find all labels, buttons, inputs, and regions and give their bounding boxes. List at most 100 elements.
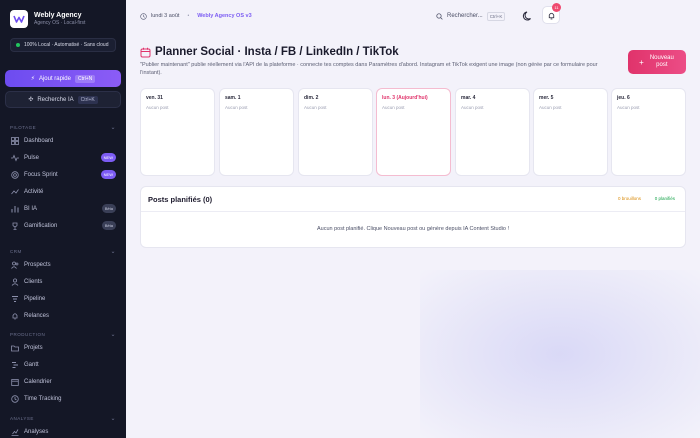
brand-name: Webly Agency bbox=[34, 12, 82, 19]
new-badge: NEW bbox=[100, 153, 116, 162]
calendar-icon bbox=[10, 377, 19, 386]
search-button[interactable]: Rechercher... Ctrl+K bbox=[436, 8, 512, 24]
new-badge: NEW bbox=[100, 170, 116, 179]
nav-section-crm: CRM ⌄ Prospects Clients Pipeline Relance… bbox=[0, 246, 126, 324]
sidebar-item-gantt[interactable]: Gantt bbox=[0, 356, 126, 373]
notification-count-badge: 11 bbox=[552, 3, 561, 12]
ia-search-button[interactable]: ✣ Recherche IA Ctrl+K bbox=[5, 91, 121, 108]
planned-count: 0 planifiés bbox=[654, 196, 675, 201]
moon-icon[interactable] bbox=[522, 10, 534, 22]
day-empty-text: Aucun post bbox=[382, 105, 405, 110]
sidebar-item-relances[interactable]: Relances bbox=[0, 307, 126, 324]
section-header-crm[interactable]: CRM ⌄ bbox=[0, 246, 126, 256]
day-empty-text: Aucun post bbox=[304, 105, 327, 110]
bell-icon bbox=[10, 311, 19, 320]
ia-search-label: Recherche IA bbox=[37, 96, 74, 103]
brand-subtitle: Agency OS · Local-first bbox=[34, 20, 86, 26]
day-card-today[interactable]: lun. 3 (Aujourd'hui) Aucun post bbox=[376, 88, 451, 176]
drafts-count: 0 brouillons bbox=[617, 196, 641, 201]
search-shortcut: Ctrl+K bbox=[486, 11, 506, 21]
grid-icon bbox=[10, 136, 19, 145]
day-label: mar. 4 bbox=[461, 95, 476, 101]
pulse-icon bbox=[10, 153, 19, 162]
current-date: lundi 3 août bbox=[151, 13, 180, 19]
sidebar-item-focus-sprint[interactable]: Focus Sprint NEW bbox=[0, 166, 126, 183]
search-icon bbox=[436, 12, 443, 20]
nav-section-analyse: ANALYSE ⌄ Analyses bbox=[0, 413, 126, 438]
sidebar-item-prospects[interactable]: Prospects bbox=[0, 256, 126, 273]
chevron-down-icon: ⌄ bbox=[110, 415, 116, 422]
section-header-production[interactable]: PRODUCTION ⌄ bbox=[0, 329, 126, 339]
day-label: ven. 31 bbox=[146, 95, 163, 101]
section-header-analyse[interactable]: ANALYSE ⌄ bbox=[0, 413, 126, 423]
brand-logo-icon bbox=[10, 10, 28, 28]
day-label: sam. 1 bbox=[225, 95, 241, 101]
background-glow bbox=[420, 270, 700, 438]
local-status-badge: 100% Local · Automatisé · Sans cloud bbox=[10, 38, 116, 52]
quick-add-button[interactable]: ⚡ Ajout rapide Ctrl+N bbox=[5, 70, 121, 87]
clock-icon bbox=[10, 394, 19, 403]
breadcrumb-separator: • bbox=[187, 13, 190, 19]
day-empty-text: Aucun post bbox=[539, 105, 562, 110]
day-card[interactable]: sam. 1 Aucun post bbox=[219, 88, 294, 176]
app-version-label: Webly Agency OS v3 bbox=[197, 13, 252, 19]
day-empty-text: Aucun post bbox=[146, 105, 169, 110]
scheduled-posts-panel: Posts planifiés (0) 0 brouillons 0 plani… bbox=[140, 186, 686, 248]
folder-icon bbox=[10, 343, 19, 352]
lightning-icon: ⚡ bbox=[30, 76, 35, 82]
day-label: mer. 5 bbox=[539, 95, 554, 101]
day-empty-text: Aucun post bbox=[461, 105, 484, 110]
chevron-down-icon: ⌄ bbox=[110, 248, 116, 255]
sidebar-item-dashboard[interactable]: Dashboard bbox=[0, 132, 126, 149]
scheduled-posts-empty: Aucun post planifié. Clique Nouveau post… bbox=[316, 226, 510, 232]
day-empty-text: Aucun post bbox=[225, 105, 248, 110]
users-icon bbox=[10, 260, 19, 269]
activity-icon bbox=[10, 187, 19, 196]
trophy-icon bbox=[10, 221, 19, 230]
sidebar-item-activite[interactable]: Activité bbox=[0, 183, 126, 200]
new-post-button[interactable]: + Nouveau post bbox=[628, 50, 686, 74]
chevron-down-icon: ⌄ bbox=[110, 124, 116, 131]
plus-icon: + bbox=[639, 57, 644, 67]
day-empty-text: Aucun post bbox=[617, 105, 640, 110]
target-icon bbox=[10, 170, 19, 179]
day-label: lun. 3 (Aujourd'hui) bbox=[382, 95, 428, 101]
sidebar-item-gamification[interactable]: Gamification Bêta bbox=[0, 217, 126, 234]
local-status-text: 100% Local · Automatisé · Sans cloud bbox=[24, 42, 109, 48]
page-title: Planner Social · Insta / FB / LinkedIn /… bbox=[155, 46, 399, 58]
sparkle-icon: ✣ bbox=[28, 97, 34, 103]
sidebar-item-bi-ia[interactable]: BI IA Bêta bbox=[0, 200, 126, 217]
sidebar: Webly Agency Agency OS · Local-first 100… bbox=[0, 0, 126, 438]
gantt-icon bbox=[10, 360, 19, 369]
calendar-icon bbox=[140, 12, 147, 20]
sidebar-item-pulse[interactable]: Pulse NEW bbox=[0, 149, 126, 166]
page-header: Planner Social · Insta / FB / LinkedIn /… bbox=[140, 46, 399, 58]
quick-add-shortcut: Ctrl+N bbox=[74, 74, 96, 83]
sidebar-item-pipeline[interactable]: Pipeline bbox=[0, 290, 126, 307]
scheduled-posts-title: Posts planifiés (0) bbox=[148, 194, 213, 204]
day-card[interactable]: ven. 31 Aucun post bbox=[140, 88, 215, 176]
day-card[interactable]: mar. 4 Aucun post bbox=[455, 88, 530, 176]
sidebar-item-time-tracking[interactable]: Time Tracking bbox=[0, 390, 126, 407]
day-card[interactable]: mer. 5 Aucun post bbox=[533, 88, 608, 176]
sidebar-item-analyses[interactable]: Analyses bbox=[0, 423, 126, 438]
sidebar-item-projets[interactable]: Projets bbox=[0, 339, 126, 356]
search-label: Rechercher... bbox=[447, 13, 483, 19]
analytics-icon bbox=[10, 427, 19, 436]
beta-badge: Bêta bbox=[101, 221, 116, 230]
status-dot-icon bbox=[16, 43, 20, 47]
sidebar-item-clients[interactable]: Clients bbox=[0, 273, 126, 290]
day-card[interactable]: dim. 2 Aucun post bbox=[298, 88, 373, 176]
section-header-pilotage[interactable]: PILOTAGE ⌄ bbox=[0, 122, 126, 132]
brand[interactable]: Webly Agency Agency OS · Local-first bbox=[0, 0, 126, 30]
nav-section-pilotage: PILOTAGE ⌄ Dashboard Pulse NEW Focus Spr… bbox=[0, 122, 126, 234]
calendar-icon bbox=[140, 47, 151, 57]
nav-section-production: PRODUCTION ⌄ Projets Gantt Calendrier Ti… bbox=[0, 329, 126, 407]
chevron-down-icon: ⌄ bbox=[110, 331, 116, 338]
day-label: jeu. 6 bbox=[617, 95, 630, 101]
page-description: "Publier maintenant" publie réellement v… bbox=[140, 62, 598, 76]
ia-search-shortcut: Ctrl+K bbox=[77, 95, 98, 104]
day-card[interactable]: jeu. 6 Aucun post bbox=[611, 88, 686, 176]
quick-add-label: Ajout rapide bbox=[38, 75, 71, 82]
sidebar-item-calendrier[interactable]: Calendrier bbox=[0, 373, 126, 390]
